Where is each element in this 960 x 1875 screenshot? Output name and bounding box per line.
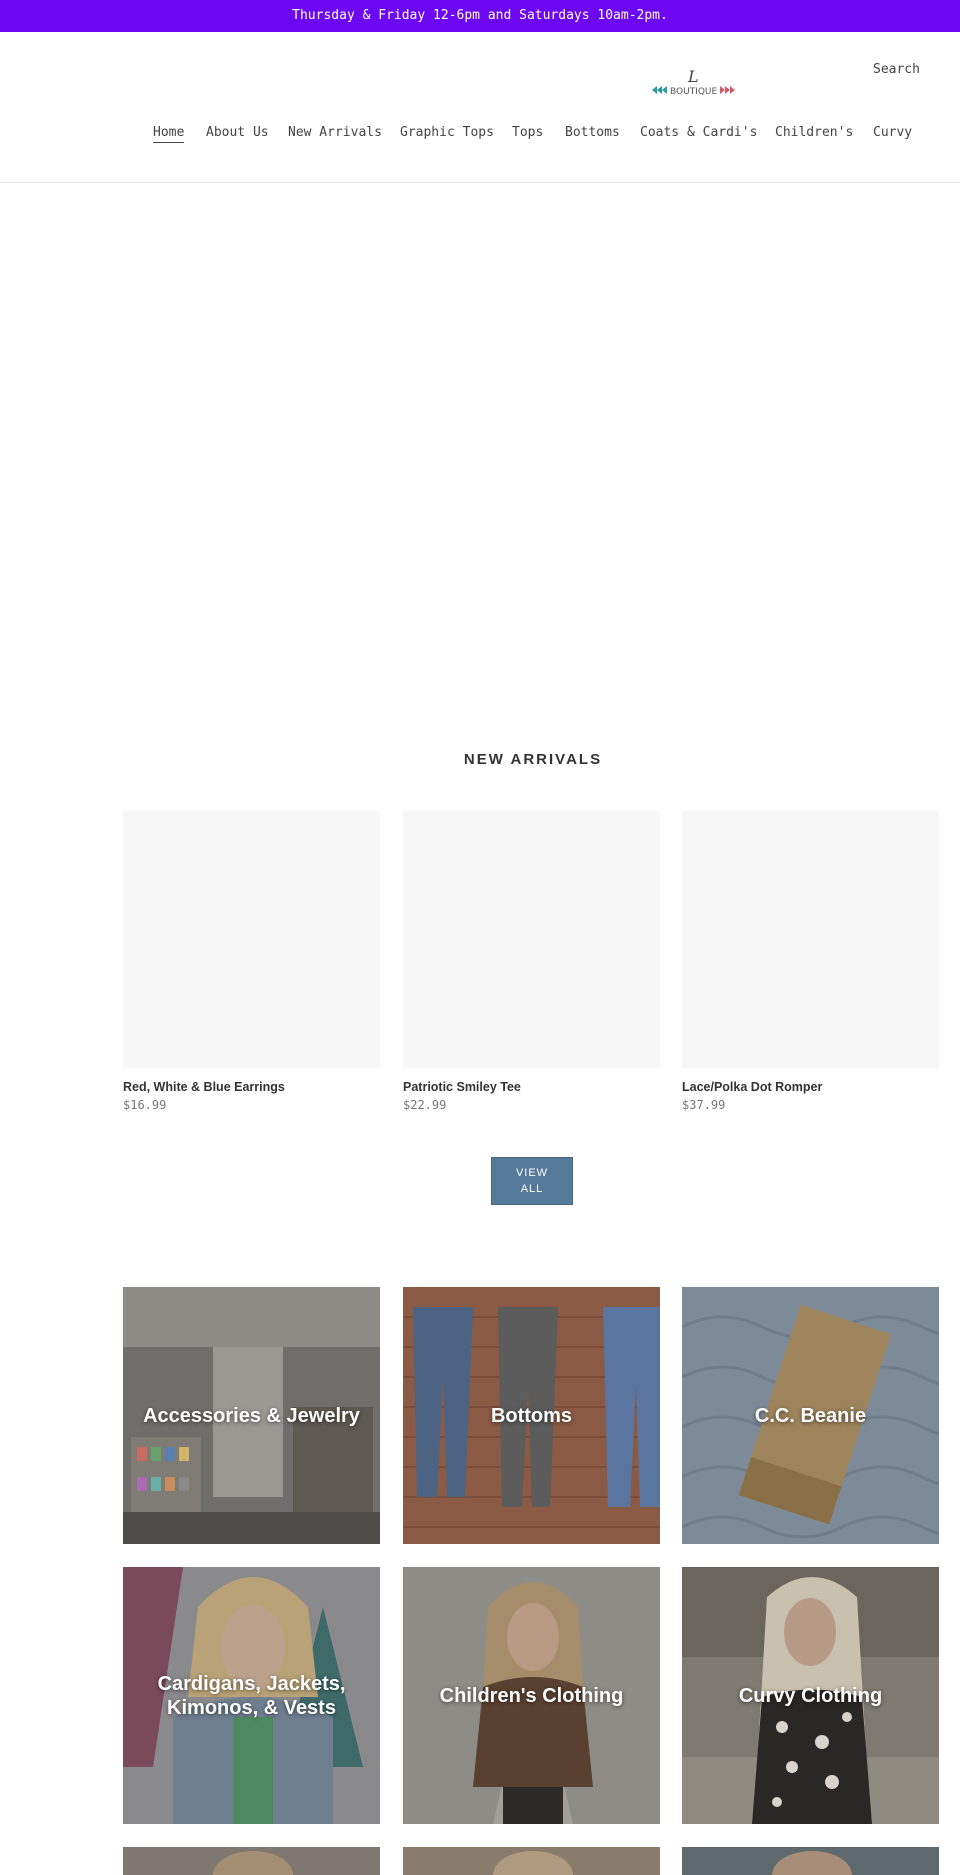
product-card[interactable]: Red, White & Blue Earrings $16.99 [123,811,380,1112]
collection-label: Curvy Clothing [738,1684,883,1707]
product-card[interactable]: Lace/Polka Dot Romper $37.99 [682,811,939,1112]
collection-tile-curvy[interactable]: Curvy Clothing [682,1567,939,1824]
collection-label: Bottoms [490,1404,573,1427]
collection-photo [123,1847,380,1875]
collection-tile-cc-beanie[interactable]: C.C. Beanie [682,1287,939,1544]
collection-tile[interactable] [682,1847,939,1875]
announcement-text: Thursday & Friday 12-6pm and Saturdays 1… [292,8,668,23]
product-price: $22.99 [403,1098,447,1112]
collection-label: C.C. Beanie [754,1404,867,1427]
view-all-label-line2: ALL [520,1183,544,1195]
product-image[interactable] [123,811,380,1068]
collection-tile[interactable] [123,1847,380,1875]
product-name[interactable]: Lace/Polka Dot Romper [682,1080,939,1094]
nav-item-coats-cardis[interactable]: Coats & Cardi's [640,125,757,140]
hero-banner [0,183,960,713]
nav-item-childrens[interactable]: Children's [775,125,853,140]
collection-photo [403,1847,660,1875]
site-header: L BOUTIQUE Search Home About Us New Arri… [0,32,960,183]
new-arrivals-title: NEW ARRIVALS [463,751,603,768]
product-image[interactable] [403,811,660,1068]
collection-tile-cardigans[interactable]: Cardigans, Jackets, Kimonos, & Vests [123,1567,380,1824]
collection-tile[interactable] [403,1847,660,1875]
product-price: $16.99 [123,1098,167,1112]
product-name[interactable]: Red, White & Blue Earrings [123,1080,380,1094]
nav-item-bottoms[interactable]: Bottoms [565,125,620,140]
nav-item-home[interactable]: Home [153,125,185,143]
store-logo[interactable]: L BOUTIQUE [650,64,740,104]
nav-item-new-arrivals[interactable]: New Arrivals [288,125,382,140]
search-link[interactable]: Search [873,62,920,77]
collection-tile-childrens[interactable]: Children's Clothing [403,1567,660,1824]
view-all-button[interactable]: VIEW ALL [491,1157,573,1205]
collection-label: Children's Clothing [439,1684,624,1707]
logo-text: BOUTIQUE [670,87,718,97]
announcement-bar: Thursday & Friday 12-6pm and Saturdays 1… [0,0,960,32]
nav-item-curvy[interactable]: Curvy [873,125,912,140]
collection-tile-accessories[interactable]: Accessories & Jewelry [123,1287,380,1544]
product-name[interactable]: Patriotic Smiley Tee [403,1080,660,1094]
main-nav: Home About Us New Arrivals Graphic Tops … [0,125,960,149]
product-image[interactable] [682,811,939,1068]
product-price: $37.99 [682,1098,726,1112]
collection-photo [682,1847,939,1875]
logo-icon: L BOUTIQUE [652,67,735,97]
nav-item-graphic-tops[interactable]: Graphic Tops [400,125,494,140]
view-all-label-line1: VIEW [515,1167,549,1179]
product-card[interactable]: Patriotic Smiley Tee $22.99 [403,811,660,1112]
svg-text:L: L [687,67,699,86]
collection-label: Cardigans, Jackets, Kimonos, & Vests [157,1672,346,1719]
nav-item-about-us[interactable]: About Us [206,125,269,140]
collection-tile-bottoms[interactable]: Bottoms [403,1287,660,1544]
collection-label: Accessories & Jewelry [143,1404,360,1427]
nav-item-tops[interactable]: Tops [512,125,543,140]
